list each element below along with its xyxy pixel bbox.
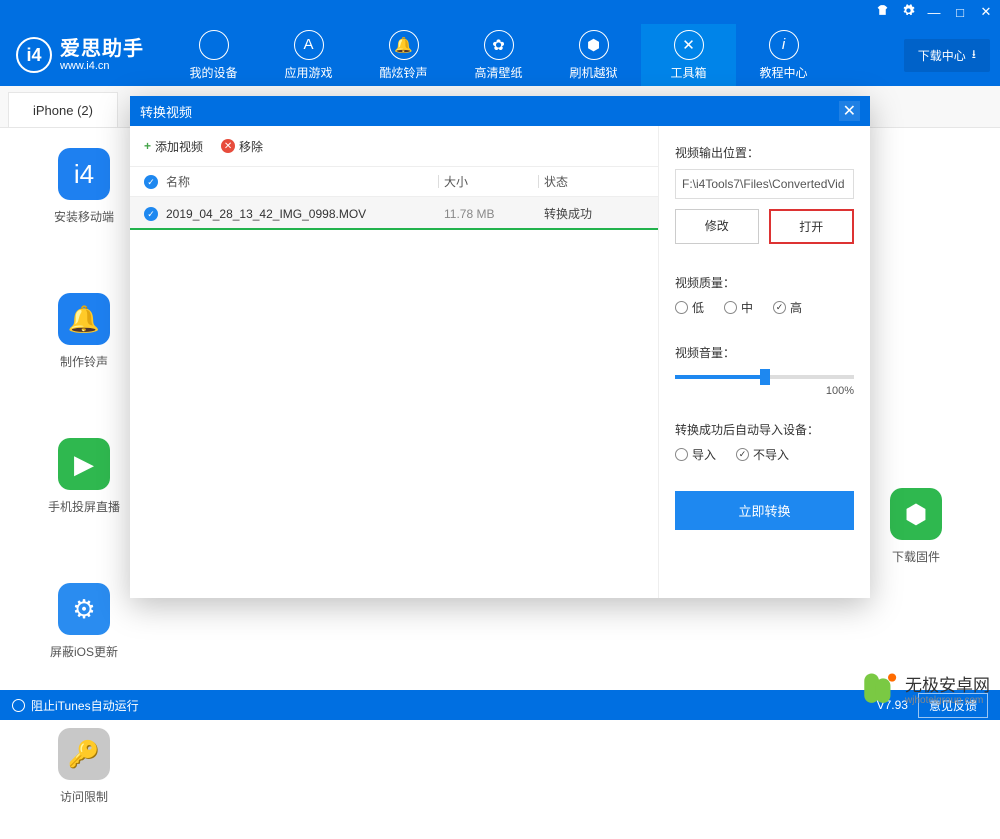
dialog-close-button[interactable]: ✕ [839, 101, 860, 121]
watermark-logo-icon [859, 671, 899, 712]
volume-value: 100% [675, 385, 854, 397]
convert-now-button[interactable]: 立即转换 [675, 491, 854, 530]
quality-radio-group: 低 中 高 [675, 299, 854, 316]
tool-screen-mirror[interactable]: ▶手机投屏直播 [34, 438, 134, 515]
video-quality-label: 视频质量： [675, 274, 854, 291]
auto-import-radio-group: 导入 不导入 [675, 446, 854, 463]
nav-ringtones[interactable]: 🔔酷炫铃声 [356, 24, 451, 86]
list-header: ✓ 名称 大小 状态 [130, 166, 658, 197]
autoimport-no-radio[interactable]: 不导入 [736, 446, 789, 463]
watermark: 无极安卓网 wjhotelgroup.com [859, 671, 990, 712]
dialog-title: 转换视频 [140, 102, 192, 121]
quality-low-radio[interactable]: 低 [675, 299, 704, 316]
gear-icon: ⚙ [58, 583, 110, 635]
radio-ring-icon [12, 699, 25, 712]
key-icon: 🔑 [58, 728, 110, 780]
col-size: 大小 [444, 173, 544, 190]
auto-import-label: 转换成功后自动导入设备： [675, 421, 854, 438]
bell-icon: 🔔 [389, 30, 419, 60]
add-video-button[interactable]: +添加视频 [144, 138, 203, 155]
remove-icon: ✕ [221, 139, 235, 153]
video-row[interactable]: ✓ 2019_04_28_13_42_IMG_0998.MOV 11.78 MB… [130, 197, 658, 230]
nav-toolbox[interactable]: ✕工具箱 [641, 24, 736, 86]
apple-icon [199, 30, 229, 60]
download-icon: ⭳ [972, 45, 976, 66]
dialog-titlebar: 转换视频 ✕ [130, 96, 870, 126]
settings-icon[interactable] [900, 4, 916, 20]
col-status: 状态 [544, 173, 644, 190]
quality-high-radio[interactable]: 高 [773, 299, 802, 316]
row-status: 转换成功 [544, 205, 644, 222]
row-filesize: 11.78 MB [444, 207, 544, 221]
watermark-title: 无极安卓网 [905, 677, 990, 696]
select-all-checkbox[interactable]: ✓ [144, 174, 166, 190]
row-checkbox[interactable]: ✓ [144, 206, 166, 222]
tool-download-firmware[interactable]: ⬢下载固件 [866, 488, 966, 565]
flower-icon: ✿ [484, 30, 514, 60]
plus-icon: + [144, 139, 151, 153]
download-center-button[interactable]: 下载中心 ⭳ [904, 39, 990, 72]
row-progress-bar [130, 228, 658, 230]
tools-icon: ✕ [674, 30, 704, 60]
bell-plus-icon: 🔔 [58, 293, 110, 345]
convert-video-dialog: 转换视频 ✕ +添加视频 ✕移除 ✓ 名称 大小 状态 ✓ 2019_04_28… [130, 96, 870, 598]
output-location-label: 视频输出位置： [675, 144, 854, 161]
open-folder-button[interactable]: 打开 [769, 209, 855, 244]
play-icon: ▶ [58, 438, 110, 490]
info-icon: i [769, 30, 799, 60]
window-titlebar: — □ ✕ [0, 0, 1000, 24]
status-bar: 阻止iTunes自动运行 V7.93 意见反馈 [0, 690, 1000, 720]
tool-access-restriction[interactable]: 🔑访问限制 [34, 728, 134, 805]
logo-icon: i4 [16, 37, 52, 73]
tool-block-ios-update[interactable]: ⚙屏蔽iOS更新 [34, 583, 134, 660]
watermark-url: wjhotelgroup.com [905, 695, 990, 706]
tool-install-mobile[interactable]: i4安装移动端 [34, 148, 134, 225]
close-window-button[interactable]: ✕ [978, 4, 994, 20]
row-filename: 2019_04_28_13_42_IMG_0998.MOV [166, 207, 444, 221]
tool-make-ringtone[interactable]: 🔔制作铃声 [34, 293, 134, 370]
tshirt-icon[interactable] [874, 4, 890, 20]
volume-slider-thumb[interactable] [760, 369, 770, 385]
volume-slider[interactable] [675, 375, 854, 379]
main-nav: 我的设备 A应用游戏 🔔酷炫铃声 ✿高清壁纸 ⬢刷机越狱 ✕工具箱 i教程中心 [166, 24, 831, 86]
maximize-button[interactable]: □ [952, 5, 968, 20]
tab-iphone[interactable]: iPhone (2) [8, 92, 118, 127]
dialog-toolbar: +添加视频 ✕移除 [130, 126, 658, 166]
app-logo: i4 爱思助手 www.i4.cn [16, 37, 144, 73]
nav-my-device[interactable]: 我的设备 [166, 24, 261, 86]
nav-wallpapers[interactable]: ✿高清壁纸 [451, 24, 546, 86]
nav-apps-games[interactable]: A应用游戏 [261, 24, 356, 86]
modify-path-button[interactable]: 修改 [675, 209, 759, 244]
cube-icon: ⬢ [890, 488, 942, 540]
box-icon: ⬢ [579, 30, 609, 60]
app-url: www.i4.cn [60, 60, 144, 72]
dialog-right-pane: 视频输出位置： 修改 打开 视频质量： 低 中 高 视频音量： 100% 转换成… [658, 126, 870, 598]
appstore-icon: A [294, 30, 324, 60]
app-header: i4 爱思助手 www.i4.cn 我的设备 A应用游戏 🔔酷炫铃声 ✿高清壁纸… [0, 24, 1000, 86]
app-name: 爱思助手 [60, 38, 144, 60]
col-name: 名称 [166, 173, 444, 190]
quality-mid-radio[interactable]: 中 [724, 299, 753, 316]
nav-tutorials[interactable]: i教程中心 [736, 24, 831, 86]
video-volume-label: 视频音量： [675, 344, 854, 361]
nav-flash-jailbreak[interactable]: ⬢刷机越狱 [546, 24, 641, 86]
remove-video-button[interactable]: ✕移除 [221, 138, 263, 155]
i4-icon: i4 [58, 148, 110, 200]
output-path-field[interactable] [675, 169, 854, 199]
minimize-button[interactable]: — [926, 5, 942, 20]
dialog-left-pane: +添加视频 ✕移除 ✓ 名称 大小 状态 ✓ 2019_04_28_13_42_… [130, 126, 658, 598]
autoimport-yes-radio[interactable]: 导入 [675, 446, 716, 463]
block-itunes-toggle[interactable]: 阻止iTunes自动运行 [12, 697, 139, 714]
